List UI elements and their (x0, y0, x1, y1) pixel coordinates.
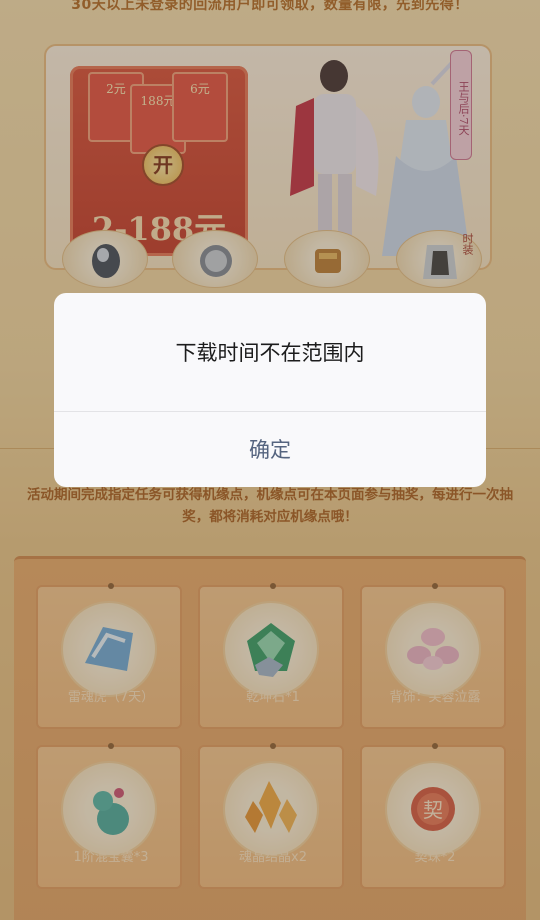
alert-dialog: 下载时间不在范围内 确定 (54, 293, 486, 487)
dialog-message: 下载时间不在范围内 (175, 341, 365, 365)
confirm-button[interactable]: 确定 (54, 412, 486, 487)
